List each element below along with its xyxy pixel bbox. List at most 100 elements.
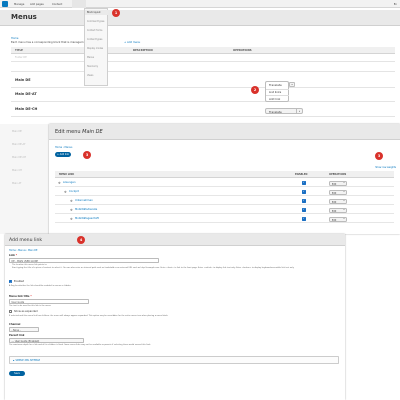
structure-item[interactable]: Taxonomy [87, 65, 98, 68]
dropdown-option-list-links[interactable]: List links [269, 90, 281, 94]
parent-help: The maximum depth for a link and all its… [9, 344, 152, 346]
chevron-down-icon[interactable]: ▾ [343, 200, 344, 202]
chevron-down-icon[interactable]: ▾ [343, 182, 344, 184]
parent-link-select[interactable]: --- User Guide (Enabled) [9, 337, 84, 343]
step-badge-3b: 3 [375, 152, 383, 160]
structure-item[interactable]: Menus [87, 56, 94, 59]
page-description: Each menu has a corresponding block that… [11, 41, 92, 44]
menus-table-header: TITLE DESCRIPTION OPERATIONS [11, 47, 395, 54]
link-input[interactable]: DE - MAIN USER GUIDE [9, 257, 159, 263]
admin-toolbar: Manage Add pages Content En [0, 0, 400, 8]
chevron-down-icon[interactable]: ▾ [343, 209, 344, 211]
link-label-text: Link [9, 254, 15, 257]
menu-link[interactable]: Mobilitätsgeschäft [75, 217, 99, 220]
edit-dropbutton[interactable]: Edit ▾ [329, 207, 347, 213]
menu-link[interactable]: Lösungen [63, 181, 76, 184]
title-prefix: Edit menu [55, 129, 81, 135]
breadcrumb[interactable]: Home › Menus › Main DE [9, 249, 37, 252]
column-menu-link: MENU LINK [59, 173, 75, 176]
show-row-weights-link[interactable]: Show row weights [375, 166, 396, 169]
drag-handle-icon[interactable]: ✥ [64, 190, 67, 194]
dropdown-option-translate[interactable]: Translate [269, 83, 282, 87]
edit-button[interactable]: Edit [332, 201, 336, 204]
table-row: Footer DE [11, 54, 395, 62]
enabled-checkbox[interactable]: ✓ [302, 199, 306, 203]
chevron-down-icon[interactable]: ▾ [343, 218, 344, 220]
menu-title[interactable]: Main DE-CH [15, 107, 37, 111]
edit-button[interactable]: Edit [332, 183, 336, 186]
edit-dropbutton[interactable]: Edit ▾ [329, 189, 347, 195]
menu-link[interactable]: Unternehmen [75, 199, 93, 202]
structure-item[interactable]: Content types [87, 38, 102, 41]
column-description: DESCRIPTION [133, 49, 153, 52]
edit-dropbutton[interactable]: Edit ▾ [329, 180, 347, 186]
simple-xml-sitemap-fieldset[interactable]: ► SIMPLE XML SITEMAP [9, 356, 339, 364]
edit-menu-panel: Edit menu Main DE Home › Menus + Add lin… [49, 124, 400, 234]
structure-item[interactable]: Display modes [87, 47, 103, 50]
title-input-value: User Guide [11, 300, 25, 304]
structure-item[interactable]: Views [87, 74, 93, 77]
drag-handle-icon[interactable]: ✥ [70, 208, 73, 212]
channel-select-value: - None - [11, 328, 21, 332]
link-field-label: Link * [9, 254, 17, 257]
edit-dropbutton[interactable]: Edit ▾ [329, 216, 347, 222]
structure-menu-dropdown: Block layout Comment types Contact forms… [84, 8, 108, 86]
menu-link-title-input[interactable]: User Guide [9, 298, 89, 304]
show-expanded-checkbox[interactable] [9, 310, 12, 313]
structure-item[interactable]: Block layout [87, 11, 100, 14]
edit-menu-header: Edit menu Main DE [49, 124, 400, 140]
enabled-checkbox[interactable]: ✓ [302, 208, 306, 212]
link-help-2: Start typing the title of a piece of con… [12, 267, 295, 269]
enabled-checkbox[interactable]: ✓ [302, 190, 306, 194]
operations-dropbutton[interactable]: Translate ▾ [265, 108, 303, 114]
menu-title[interactable]: Main DE [15, 78, 31, 82]
menu-title[interactable]: Main DE-AT [15, 92, 37, 96]
edit-button[interactable]: Edit [332, 210, 336, 213]
column-operations: OPERATIONS [329, 173, 347, 176]
dropdown-option-add-link[interactable]: Add link [269, 97, 280, 101]
enabled-checkbox[interactable]: ✓ [9, 280, 12, 284]
add-menu-link[interactable]: + Add menu [124, 41, 140, 44]
column-operations: OPERATIONS [233, 49, 252, 52]
save-button[interactable]: Save [9, 371, 25, 376]
edit-dropbutton[interactable]: Edit ▾ [329, 198, 347, 204]
chevron-down-icon[interactable]: ▾ [343, 191, 344, 193]
step-badge-3: 3 [83, 151, 91, 159]
column-enabled: ENABLED [295, 173, 308, 176]
menu-link[interactable]: Mobilitätsdienste [75, 208, 97, 211]
faded-menu-title: Main DE [12, 130, 22, 133]
channel-select[interactable]: - None - [9, 326, 39, 332]
title-help: The text to be used for this link in the… [9, 305, 52, 307]
menu-link[interactable]: Cockpit [69, 190, 79, 193]
drag-handle-icon[interactable]: ✥ [70, 217, 73, 221]
drag-handle-icon[interactable]: ✥ [70, 199, 73, 203]
add-link-button[interactable]: + Add link [55, 152, 71, 157]
breadcrumb[interactable]: Home [11, 37, 18, 40]
translate-button[interactable]: Translate [269, 110, 282, 114]
breadcrumb[interactable]: Home › Menus [55, 146, 72, 149]
toolbar-item-add-pages[interactable]: Add pages [30, 3, 44, 6]
enabled-checkbox[interactable]: ✓ [302, 217, 306, 221]
step-badge-2: 2 [251, 86, 259, 94]
toolbar-language[interactable]: En [394, 3, 397, 6]
toolbar-item-manage[interactable]: Manage [14, 3, 24, 6]
expanded-help: If selected and this menu link has child… [9, 315, 169, 317]
enabled-checkbox[interactable]: ✓ [302, 181, 306, 185]
title-label-text: Menu link title [9, 295, 30, 298]
fieldset-summary[interactable]: ► SIMPLE XML SITEMAP [13, 359, 40, 362]
edit-button[interactable]: Edit [332, 192, 336, 195]
edit-menu-title: Edit menu Main DE [55, 129, 103, 135]
edit-button[interactable]: Edit [332, 219, 336, 222]
enabled-label[interactable]: Enabled [14, 280, 24, 283]
structure-item[interactable]: Comment types [87, 20, 104, 23]
chevron-up-icon[interactable]: ▴ [289, 82, 295, 87]
drupal-logo-icon[interactable] [2, 1, 8, 7]
dropdown-divider [266, 95, 289, 96]
show-expanded-label[interactable]: Show as expanded [14, 310, 38, 313]
structure-item[interactable]: Contact forms [87, 29, 102, 32]
page-header: Menus [0, 10, 400, 26]
faded-background: Main DE Main DE-AT Main DE-CH Main CH Ma… [0, 124, 49, 234]
toolbar-item-content[interactable]: Content [52, 3, 62, 6]
drag-handle-icon[interactable]: ✥ [58, 181, 61, 185]
chevron-down-icon[interactable]: ▾ [296, 109, 302, 114]
